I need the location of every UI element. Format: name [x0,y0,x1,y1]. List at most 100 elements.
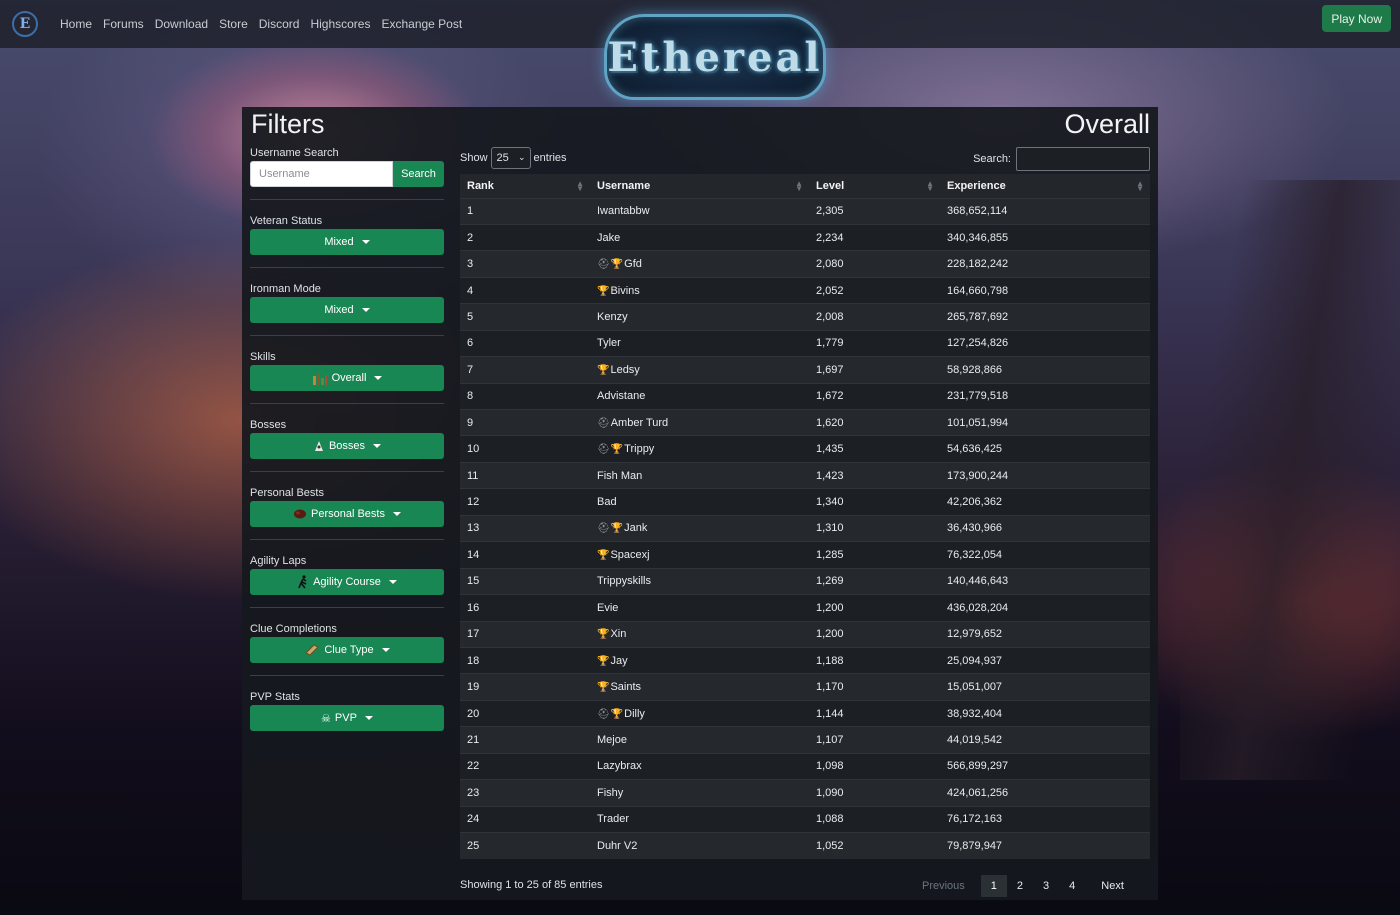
pvp-dropdown[interactable]: ☠ PVP [250,705,444,731]
header-rank[interactable]: Rank ▲ ▼ [460,174,590,198]
highscores-panel: Filters Overall Username Search Search V… [242,107,1158,900]
table-row: 10 ⛑🏆Trippy 1,435 54,636,425 [460,435,1150,463]
username-text: Advistane [597,390,646,403]
username-search-group: Search [250,161,444,187]
agility-label: Agility Laps [250,555,307,567]
entries-label: entries [533,152,567,164]
divider [250,199,444,200]
cell-experience: 38,932,404 [940,699,1150,727]
cell-username: ⛑🏆Dilly [590,699,809,727]
cell-level: 1,423 [809,461,940,489]
entries-length-control: Show 25 ⌄ entries [460,147,567,169]
nav-links: Home Forums Download Store Discord Highs… [60,17,462,31]
cell-rank: 25 [460,831,590,859]
cell-rank: 24 [460,805,590,833]
personal-bests-label: Personal Bests [250,487,324,499]
cell-level: 2,008 [809,303,940,331]
table-row: 3 ⛑🏆Gfd 2,080 228,182,242 [460,250,1150,278]
play-now-button[interactable]: Play Now [1322,5,1391,32]
chevron-down-icon [373,444,382,448]
cell-username: 🏆Spacexj [590,541,809,569]
chevron-down-icon [361,308,370,312]
cell-username: Trippyskills [590,567,809,595]
cell-username: 🏆Xin [590,620,809,648]
clue-filter: Clue Completions Clue Type [250,623,444,663]
header-level[interactable]: Level ▲ ▼ [809,174,940,198]
pagination-page-2[interactable]: 2 [1007,875,1033,897]
cell-rank: 18 [460,646,590,674]
username-search-button[interactable]: Search [393,161,444,187]
cell-rank: 11 [460,461,590,489]
cell-username: Iwantabbw [590,197,809,225]
ironman-dropdown[interactable]: Mixed [250,297,444,323]
cell-level: 1,107 [809,726,940,754]
cell-experience: 25,094,937 [940,646,1150,674]
nav-highscores[interactable]: Highscores [310,17,370,31]
stats-icon [312,371,328,385]
skills-value: Overall [331,372,367,384]
username-text: Xin [610,628,627,641]
veteran-dropdown[interactable]: Mixed [250,229,444,255]
table-row: 12 Bad 1,340 42,206,362 [460,488,1150,516]
veteran-label: Veteran Status [250,215,323,227]
filters-title: Filters [251,109,325,139]
filters-sidebar: Username Search Search Veteran Status Mi… [250,147,444,731]
cell-experience: 340,346,855 [940,223,1150,251]
trophy-icon: 🏆 [597,629,610,641]
pagination-page-3[interactable]: 3 [1033,875,1059,897]
username-text: Duhr V2 [597,839,638,852]
table-search-input[interactable] [1016,147,1150,171]
username-text: Jay [610,654,628,667]
header-username[interactable]: Username ▲ ▼ [590,174,809,198]
table-body: 1 Iwantabbw 2,305 368,652,114 2 Jake 2,234 340,… [460,197,1150,859]
agility-dropdown[interactable]: Agility Course [250,569,444,595]
cell-rank: 23 [460,779,590,807]
bosses-dropdown[interactable]: Bosses [250,433,444,459]
pagination-page-1[interactable]: 1 [980,875,1007,897]
nav-forums[interactable]: Forums [103,17,144,31]
cell-experience: 44,019,542 [940,726,1150,754]
cell-experience: 173,900,244 [940,461,1150,489]
cell-username: Trader [590,805,809,833]
username-text: Saints [610,681,642,694]
personal-bests-dropdown[interactable]: Personal Bests [250,501,444,527]
ironman-label: Ironman Mode [250,283,321,295]
nav-exchange-post[interactable]: Exchange Post [381,17,462,31]
trophy-icon: 🏆 [597,655,610,667]
pvp-label: PVP Stats [250,691,300,703]
veteran-value: Mixed [324,236,354,248]
table-row: 20 ⛑🏆Dilly 1,144 38,932,404 [460,699,1150,727]
header-experience[interactable]: Experience ▲ ▼ [940,174,1150,198]
username-text: Trippy [624,443,655,456]
nav-store[interactable]: Store [219,17,248,31]
table-row: 19 🏆Saints 1,170 15,051,007 [460,673,1150,701]
pagination-page-4[interactable]: 4 [1059,875,1085,897]
cell-experience: 436,028,204 [940,594,1150,621]
cell-level: 1,340 [809,488,940,516]
table-title: Overall [1064,109,1150,139]
clue-dropdown[interactable]: Clue Type [250,637,444,663]
username-search-input[interactable] [250,161,393,187]
cell-experience: 101,051,994 [940,408,1150,436]
table-row: 22 Lazybrax 1,098 566,899,297 [460,752,1150,780]
entries-length-select[interactable]: 25 ⌄ [490,147,531,169]
brand-logo-icon[interactable]: E [12,11,38,37]
divider [250,607,444,608]
ironman-helmet-icon: ⛑ [597,523,610,535]
username-text: Mejoe [597,733,627,746]
cell-experience: 164,660,798 [940,276,1150,304]
nav-download[interactable]: Download [155,17,208,31]
table-row: 1 Iwantabbw 2,305 368,652,114 [460,197,1150,225]
pagination-next[interactable]: Next [1085,875,1134,897]
skills-dropdown[interactable]: Overall [250,365,444,391]
username-text: Evie [597,601,619,614]
trophy-icon: 🏆 [597,364,610,376]
ironman-helmet-icon: ⛑ [597,417,610,429]
cell-experience: 566,899,297 [940,752,1150,780]
nav-home[interactable]: Home [60,17,92,31]
cell-level: 1,285 [809,541,940,569]
cell-rank: 10 [460,435,590,463]
cell-level: 1,090 [809,779,940,807]
nav-discord[interactable]: Discord [259,17,300,31]
pagination-previous[interactable]: Previous [912,875,981,897]
